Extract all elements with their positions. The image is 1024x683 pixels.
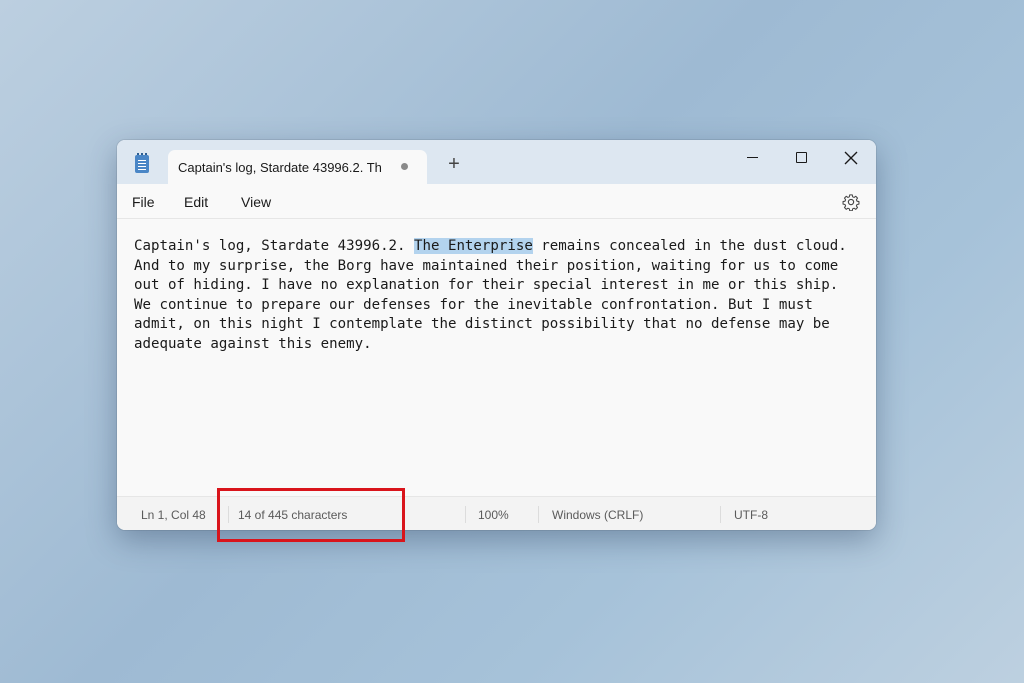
editor-line[interactable]: We continue to prepare our defenses for … [134,296,869,316]
maximize-button[interactable] [779,144,825,174]
status-encoding[interactable]: UTF-8 [734,508,768,522]
text-editor[interactable]: Captain's log, Stardate 43996.2. The Ent… [117,219,876,495]
line-text: And to my surprise, the Borg have mainta… [134,257,839,274]
gear-icon [842,194,860,212]
editor-line[interactable]: out of hiding. I have no explanation for… [134,276,869,296]
menu-edit[interactable]: Edit [184,194,208,210]
menu-bar: File Edit View [117,184,876,219]
document-text[interactable]: Captain's log, Stardate 43996.2. The Ent… [134,237,869,354]
status-divider [465,506,466,523]
annotation-highlight-box [217,488,405,542]
editor-line[interactable]: adequate against this enemy. [134,335,869,355]
tab-document[interactable]: Captain's log, Stardate 43996.2. Th [168,150,427,184]
status-divider [720,506,721,523]
notepad-window: Captain's log, Stardate 43996.2. Th + Fi… [117,140,876,530]
status-divider [538,506,539,523]
tab-title: Captain's log, Stardate 43996.2. Th [178,160,382,175]
line-text: Captain's log, Stardate 43996.2. [134,238,415,254]
line-text: We continue to prepare our defenses for … [134,296,813,313]
status-line-ending[interactable]: Windows (CRLF) [552,508,643,522]
editor-line[interactable]: admit, on this night I contemplate the d… [134,315,869,335]
editor-line[interactable]: Captain's log, Stardate 43996.2. The Ent… [134,237,869,257]
line-text: adequate against this enemy. [134,335,372,352]
menu-file[interactable]: File [132,194,155,210]
line-text: admit, on this night I contemplate the d… [134,316,830,332]
line-text: out of hiding. I have no explanation for… [134,277,839,293]
close-icon [844,151,858,165]
title-bar[interactable]: Captain's log, Stardate 43996.2. Th + [117,140,876,184]
menu-view[interactable]: View [241,194,271,210]
status-cursor-position: Ln 1, Col 48 [141,508,206,522]
editor-line[interactable]: And to my surprise, the Borg have mainta… [134,257,869,277]
line-text: remains concealed in the dust cloud. [532,238,847,254]
selected-text: The Enterprise [414,238,533,254]
close-button[interactable] [828,144,874,174]
notepad-icon [135,153,149,173]
minimize-button[interactable] [730,144,776,174]
unsaved-indicator-icon[interactable] [401,163,408,170]
status-zoom[interactable]: 100% [478,508,509,522]
settings-button[interactable] [842,193,860,212]
new-tab-button[interactable]: + [443,154,465,176]
